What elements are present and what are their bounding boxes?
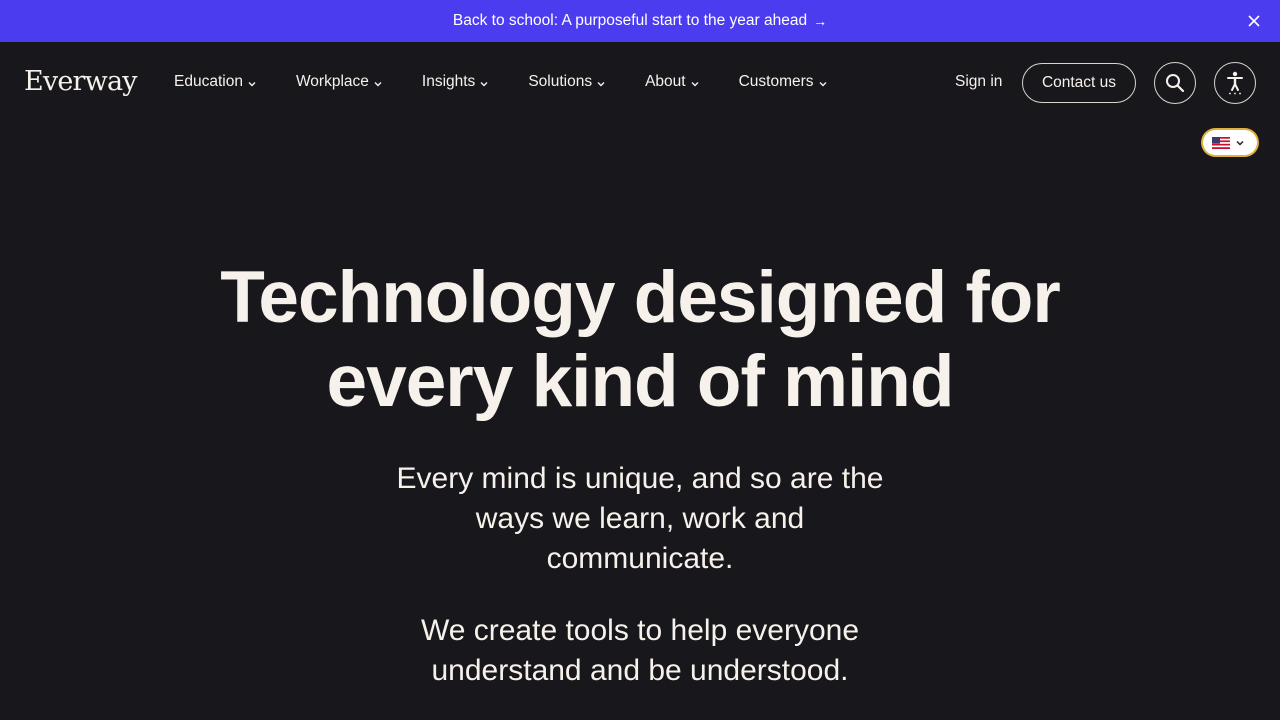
banner-text: Back to school: A purposeful start to th…: [452, 12, 808, 29]
banner-link[interactable]: Back to school: A purposeful start to th…: [453, 12, 827, 30]
menu-item-workplace[interactable]: Workplace: [296, 73, 383, 91]
menu-item-label: Workplace: [295, 73, 369, 90]
hero-title: Technology designed for every kind of mi…: [0, 256, 1280, 424]
menu-item-label: Solutions: [528, 73, 593, 90]
accessibility-button[interactable]: [1214, 62, 1256, 104]
search-button[interactable]: [1154, 62, 1196, 104]
menu-item-about[interactable]: About: [645, 73, 700, 91]
main-navigation: Everway Education Workplace Insights Sol…: [0, 42, 1280, 124]
hero-subtitle: Every mind is unique, and so are the way…: [396, 462, 884, 575]
menu-item-solutions[interactable]: Solutions: [528, 73, 606, 91]
chevron-down-icon: [691, 81, 699, 86]
chevron-down-icon: [480, 81, 488, 86]
hero-subtitle-secondary: We create tools to help everyone underst…: [420, 614, 860, 687]
announcement-banner: Back to school: A purposeful start to th…: [0, 0, 1280, 42]
hero-title-line-1: Technology designed for: [220, 257, 1061, 338]
sign-in-link[interactable]: Sign in: [955, 73, 1002, 91]
menu-item-customers[interactable]: Customers: [739, 73, 828, 91]
contact-us-button[interactable]: Contact us: [1022, 63, 1136, 103]
accessibility-icon: [1227, 71, 1243, 95]
chevron-down-icon: [248, 81, 256, 86]
arrow-right-icon: →: [813, 13, 828, 29]
close-icon: [1248, 15, 1260, 27]
menu-item-education[interactable]: Education: [174, 73, 257, 91]
hero-title-line-2: every kind of mind: [326, 341, 955, 422]
menu-item-label: Customers: [738, 73, 814, 90]
chevron-down-icon: [1236, 140, 1244, 146]
search-icon: [1166, 74, 1185, 93]
chevron-down-icon: [819, 81, 827, 86]
chevron-down-icon: [597, 81, 605, 86]
menu-item-label: Insights: [421, 73, 476, 90]
chevron-down-icon: [374, 81, 382, 86]
language-selector[interactable]: [1203, 130, 1257, 155]
menu-item-label: Education: [174, 73, 243, 90]
menu-item-insights[interactable]: Insights: [422, 73, 489, 91]
us-flag-icon: [1212, 136, 1230, 149]
everway-logo[interactable]: Everway: [24, 66, 138, 97]
primary-menu: Education Workplace Insights Solutions A…: [174, 73, 828, 91]
menu-item-label: About: [645, 73, 686, 90]
banner-close-button[interactable]: [1244, 11, 1264, 31]
